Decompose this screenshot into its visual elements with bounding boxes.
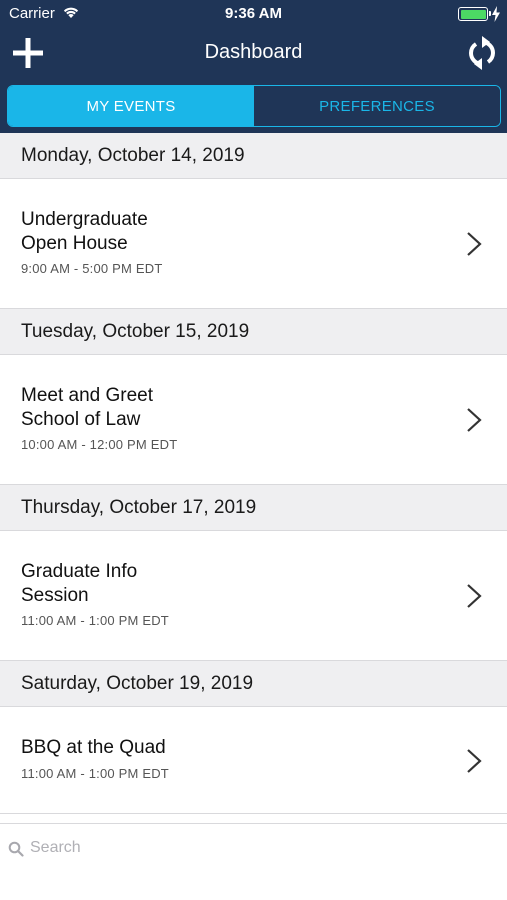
refresh-icon[interactable] [466, 36, 498, 70]
events-list: Monday, October 14, 2019 Undergraduate O… [0, 133, 507, 814]
chevron-right-icon [467, 232, 482, 256]
battery-icon [458, 7, 491, 21]
event-title-line: Graduate Info [21, 561, 138, 582]
search-bar [0, 823, 507, 871]
chevron-right-icon [467, 749, 482, 773]
date-section-header: Tuesday, October 15, 2019 [0, 309, 507, 355]
event-time: 10:00 AM - 12:00 PM EDT [21, 437, 178, 452]
chevron-right-icon [467, 408, 482, 432]
segmented-control: MY EVENTS PREFERENCES [7, 85, 501, 127]
event-row[interactable]: BBQ at the Quad 11:00 AM - 1:00 PM EDT [0, 707, 507, 814]
event-title-line: BBQ at the Quad [21, 737, 166, 758]
event-text: Meet and Greet School of Law 10:00 AM - … [21, 384, 177, 452]
page-title: Dashboard [204, 41, 303, 63]
status-bar: Carrier 9:36 AM [0, 0, 507, 28]
date-section-header: Monday, October 14, 2019 [0, 133, 507, 179]
tab-preferences[interactable]: PREFERENCES [254, 86, 500, 126]
event-time: 11:00 AM - 1:00 PM EDT [21, 613, 169, 628]
event-title-line: Meet and Greet [21, 385, 154, 406]
event-row[interactable]: Meet and Greet School of Law 10:00 AM - … [0, 355, 507, 485]
event-time: 11:00 AM - 1:00 PM EDT [21, 765, 169, 781]
event-title-line: Open House [21, 232, 128, 254]
event-title-line: Undergraduate [21, 209, 148, 230]
tab-my-events[interactable]: MY EVENTS [8, 86, 254, 126]
date-section-header: Saturday, October 19, 2019 [0, 661, 507, 707]
search-icon [8, 841, 24, 857]
event-text: BBQ at the Quad 11:00 AM - 1:00 PM EDT [21, 736, 169, 781]
event-text: Undergraduate Open House 9:00 AM - 5:00 … [21, 208, 162, 276]
event-row[interactable]: Undergraduate Open House 9:00 AM - 5:00 … [0, 179, 507, 309]
event-text: Graduate Info Session 11:00 AM - 1:00 PM… [21, 560, 169, 628]
date-section-header: Thursday, October 17, 2019 [0, 485, 507, 531]
event-time: 9:00 AM - 5:00 PM EDT [21, 261, 163, 276]
chevron-right-icon [467, 584, 482, 608]
battery-level [460, 9, 486, 19]
navigation-bar: Dashboard [0, 30, 507, 80]
event-row[interactable]: Graduate Info Session 11:00 AM - 1:00 PM… [0, 531, 507, 661]
event-title-line: Session [21, 584, 89, 606]
search-input[interactable] [30, 834, 490, 862]
event-title-line: School of Law [21, 408, 141, 430]
clock: 9:36 AM [225, 5, 282, 22]
charging-bolt-icon [492, 6, 500, 22]
top-bar: Carrier 9:36 AM Dashboard MY EVENTS PREF… [0, 0, 507, 133]
